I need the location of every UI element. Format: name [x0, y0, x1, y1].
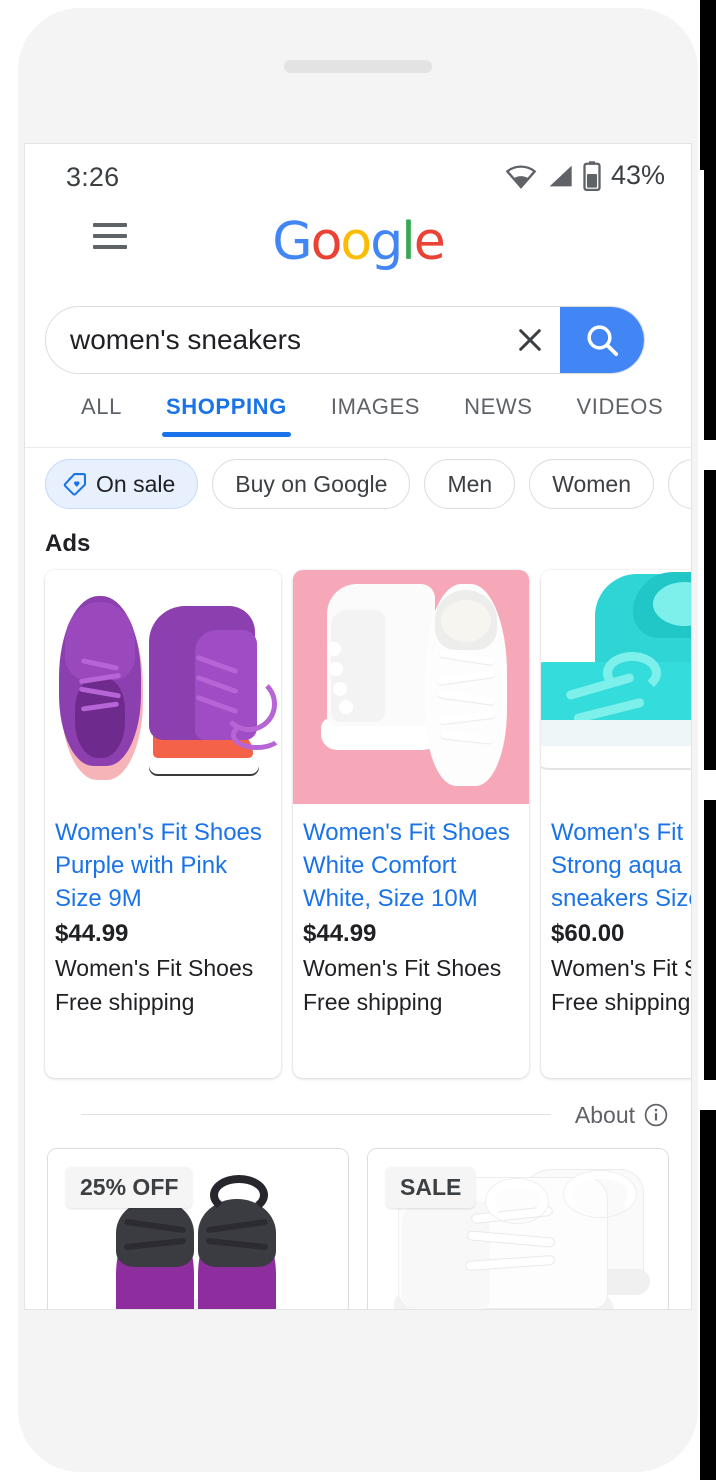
- ad-card[interactable]: Women's Fit Shoes Purple with Pink Size …: [45, 570, 281, 1078]
- backdrop-strip-bottom: [700, 1110, 716, 1480]
- ad-product-image: [541, 570, 691, 804]
- status-clock: 3:26: [66, 162, 120, 192]
- ad-title[interactable]: Women's Fit Shoes White Comfort White, S…: [303, 816, 519, 915]
- tab-news[interactable]: NEWS: [442, 386, 554, 420]
- hamburger-menu-icon[interactable]: [93, 223, 127, 249]
- app-header: Google: [25, 206, 691, 292]
- ad-card[interactable]: Women's Fit Shoes White Comfort White, S…: [293, 570, 529, 1078]
- discount-badge: 25% OFF: [66, 1167, 193, 1208]
- tab-videos[interactable]: VIDEOS: [554, 386, 685, 420]
- search-button[interactable]: [560, 307, 644, 373]
- filter-chips: On sale Buy on Google Men Women Wide: [25, 448, 691, 520]
- sale-tag-icon: [63, 473, 86, 496]
- ads-label: Ads: [45, 530, 91, 557]
- ad-shipping: Free shipping: [55, 989, 195, 1015]
- search-tabs: ALL SHOPPING IMAGES NEWS VIDEOS MAPS: [25, 386, 691, 448]
- ad-title[interactable]: Women's Fit Shoes Purple with Pink Size …: [55, 816, 271, 915]
- backdrop-strip-mid: [704, 470, 716, 770]
- backdrop-strip-top: [700, 0, 716, 170]
- status-icons: 43%: [505, 160, 665, 191]
- google-logo: Google: [272, 212, 445, 272]
- info-circle-icon[interactable]: [643, 1102, 669, 1128]
- wifi-icon: [505, 164, 537, 189]
- ad-shipping: Free shipping: [551, 989, 691, 1015]
- tab-maps[interactable]: MAPS: [685, 386, 691, 420]
- phone-screen: 3:26 43% Google women's sneakers ALL SHO…: [24, 143, 692, 1310]
- filter-chip-buy-on-google[interactable]: Buy on Google: [212, 459, 411, 509]
- product-card[interactable]: SALE: [367, 1148, 669, 1309]
- about-label[interactable]: About: [575, 1102, 635, 1129]
- sale-badge: SALE: [386, 1167, 476, 1208]
- search-box[interactable]: women's sneakers: [45, 306, 645, 374]
- filter-chip-women[interactable]: Women: [529, 459, 655, 509]
- earpiece-speaker: [284, 60, 432, 73]
- filter-chip-label: On sale: [96, 470, 176, 497]
- ad-price: $60.00: [551, 920, 625, 947]
- filter-chip-wide[interactable]: Wide: [668, 459, 691, 509]
- filter-chip-on-sale[interactable]: On sale: [45, 459, 199, 509]
- search-row: women's sneakers: [25, 292, 691, 386]
- product-card[interactable]: 25% OFF: [47, 1148, 349, 1309]
- ad-shipping: Free shipping: [303, 989, 443, 1015]
- screenshot-root: 3:26 43% Google women's sneakers ALL SHO…: [0, 0, 716, 1480]
- filter-chip-men[interactable]: Men: [424, 459, 516, 509]
- battery-percent: 43%: [610, 160, 665, 190]
- ad-merchant: Women's Fit Shoes: [551, 955, 691, 981]
- ad-merchant: Women's Fit Shoes: [55, 955, 254, 981]
- search-icon: [587, 325, 619, 357]
- ad-product-image: [293, 570, 529, 804]
- ad-title[interactable]: Women's Fit Shoes Strong aqua sneakers S…: [551, 816, 691, 915]
- ad-price: $44.99: [55, 920, 129, 947]
- search-input[interactable]: women's sneakers: [46, 324, 500, 356]
- ad-product-image: [45, 570, 281, 804]
- tab-all[interactable]: ALL: [59, 386, 144, 420]
- status-bar: 3:26 43%: [25, 144, 691, 206]
- battery-icon: [583, 160, 601, 191]
- ad-price: $44.99: [303, 920, 377, 947]
- divider: [81, 1114, 551, 1115]
- cell-signal-icon: [549, 165, 572, 186]
- ad-card[interactable]: Women's Fit Shoes Strong aqua sneakers S…: [541, 570, 691, 1078]
- product-grid: 25% OFF SALE: [25, 1148, 691, 1309]
- tab-shopping[interactable]: SHOPPING: [144, 386, 309, 437]
- about-row: About: [25, 1088, 691, 1142]
- ads-carousel[interactable]: Women's Fit Shoes Purple with Pink Size …: [25, 566, 691, 1084]
- backdrop-strip-lower: [704, 800, 716, 1080]
- backdrop-strip-upper: [704, 170, 716, 440]
- ad-merchant: Women's Fit Shoes: [303, 955, 502, 981]
- close-x-icon[interactable]: [500, 307, 560, 373]
- tab-images[interactable]: IMAGES: [309, 386, 442, 420]
